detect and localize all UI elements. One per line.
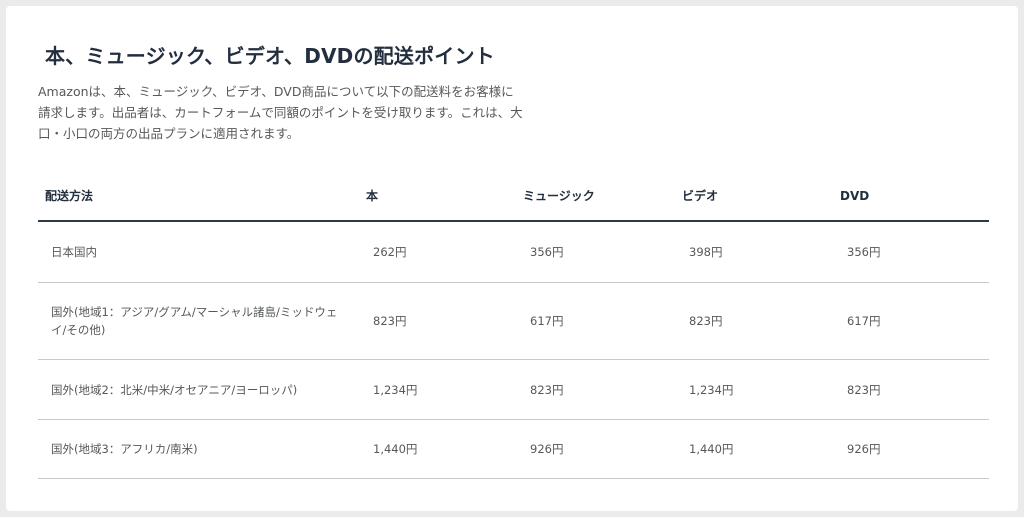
video-rate-cell: 1,440円 — [675, 419, 833, 479]
books-rate-cell: 823円 — [359, 282, 516, 360]
shipping-method-cell: 日本国内 — [38, 221, 359, 283]
music-rate-cell: 617円 — [516, 282, 675, 360]
shipping-method-cell: 国外(地域3：アフリカ/南米) — [38, 419, 359, 479]
video-rate-cell: 398円 — [675, 221, 833, 283]
music-rate-cell: 356円 — [516, 221, 675, 283]
table-row: 国外(地域1：アジア/グアム/マーシャル諸島/ミッドウェイ/その他) 823円 … — [38, 282, 989, 360]
music-rate-cell: 926円 — [516, 419, 675, 479]
music-rate-cell: 823円 — [516, 359, 675, 420]
shipping-points-card: 本、ミュージック、ビデオ、DVDの配送ポイント Amazonは、本、ミュージック… — [6, 6, 1018, 511]
table-row: 国外(地域2：北米/中米/オセアニア/ヨーロッパ) 1,234円 823円 1,… — [38, 359, 989, 420]
header-dvd: DVD — [833, 171, 989, 222]
video-rate-cell: 823円 — [675, 282, 833, 360]
table-header-row: 配送方法 本 ミュージック ビデオ DVD — [38, 171, 989, 222]
shipping-method-cell: 国外(地域1：アジア/グアム/マーシャル諸島/ミッドウェイ/その他) — [38, 282, 359, 360]
dvd-rate-cell: 926円 — [833, 419, 989, 479]
books-rate-cell: 1,234円 — [359, 359, 516, 420]
header-books: 本 — [359, 171, 516, 222]
header-video: ビデオ — [675, 171, 833, 222]
shipping-method-cell: 国外(地域2：北米/中米/オセアニア/ヨーロッパ) — [38, 359, 359, 420]
books-rate-cell: 1,440円 — [359, 419, 516, 479]
shipping-rate-table: 配送方法 本 ミュージック ビデオ DVD 日本国内 262円 356円 398… — [38, 171, 989, 479]
page-title: 本、ミュージック、ビデオ、DVDの配送ポイント — [45, 44, 495, 68]
header-music: ミュージック — [516, 171, 675, 222]
table-row: 日本国内 262円 356円 398円 356円 — [38, 221, 989, 283]
header-shipping-method: 配送方法 — [38, 171, 359, 222]
description-text: Amazonは、本、ミュージック、ビデオ、DVD商品について以下の配送料をお客様… — [38, 84, 523, 141]
dvd-rate-cell: 356円 — [833, 221, 989, 283]
video-rate-cell: 1,234円 — [675, 359, 833, 420]
dvd-rate-cell: 617円 — [833, 282, 989, 360]
dvd-rate-cell: 823円 — [833, 359, 989, 420]
books-rate-cell: 262円 — [359, 221, 516, 283]
table-row: 国外(地域3：アフリカ/南米) 1,440円 926円 1,440円 926円 — [38, 419, 989, 479]
